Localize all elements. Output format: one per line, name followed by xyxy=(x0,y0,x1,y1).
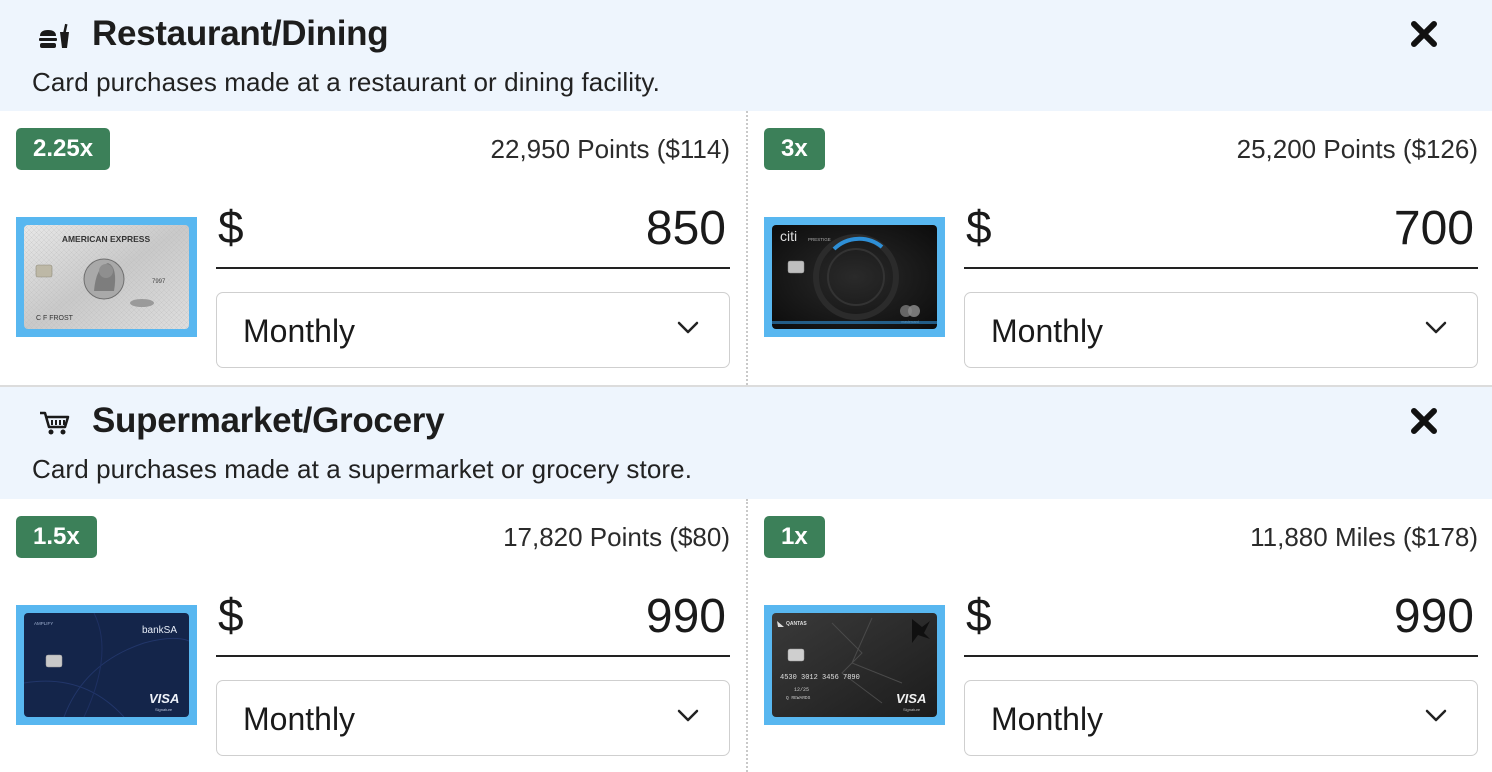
banksa-amplify-card: AMPLIFY bankSA VISA Signature xyxy=(24,613,189,717)
card-art-text: Signature xyxy=(903,707,921,712)
frequency-select[interactable]: Monthly xyxy=(216,292,730,368)
chevron-down-icon xyxy=(1425,321,1447,335)
spend-amount-field[interactable]: $ 700 xyxy=(964,197,1478,269)
category-description: Card purchases made at a supermarket or … xyxy=(32,454,693,484)
card-image-qantas[interactable]: QANTAS 4530 3012 3456 7890 12/25 Q REWAR… xyxy=(764,605,945,725)
card-art-text: AMPLIFY xyxy=(34,621,53,626)
card-image-amex[interactable]: AMERICAN EXPRESS 7997 C F FROST xyxy=(16,217,197,337)
chevron-down-icon xyxy=(677,321,699,335)
card-image-banksa[interactable]: AMPLIFY bankSA VISA Signature xyxy=(16,605,197,725)
category-description: Card purchases made at a restaurant or d… xyxy=(32,67,660,97)
category-title: Restaurant/Dining xyxy=(92,14,389,53)
spend-amount-value[interactable]: 990 xyxy=(1394,589,1474,645)
card-option: 1x 11,880 Miles ($178) QANTAS 4530 3012 … xyxy=(746,499,1492,772)
chevron-down-icon xyxy=(1425,709,1447,723)
card-art-text: VISA xyxy=(149,691,179,706)
card-art-text: bankSA xyxy=(142,625,177,636)
spend-amount-field[interactable]: $ 850 xyxy=(216,197,730,269)
category-title: Supermarket/Grocery xyxy=(92,401,445,440)
chevron-down-icon xyxy=(677,709,699,723)
frequency-select[interactable]: Monthly xyxy=(964,292,1478,368)
category-header-grocery: Supermarket/Grocery Card purchases made … xyxy=(0,387,1492,499)
card-art-text: PRESTIGE xyxy=(808,237,831,242)
card-art-text: AMERICAN EXPRESS xyxy=(62,234,151,244)
currency-symbol: $ xyxy=(218,589,244,641)
spend-amount-value[interactable]: 700 xyxy=(1394,201,1474,257)
citi-prestige-card: citi PRESTIGE mastercard xyxy=(772,225,937,329)
close-icon[interactable] xyxy=(1408,405,1440,437)
card-art-text: QANTAS xyxy=(786,621,807,627)
card-image-citi[interactable]: citi PRESTIGE mastercard xyxy=(764,217,945,337)
frequency-select[interactable]: Monthly xyxy=(216,680,730,756)
card-art-text: 4530 3012 3456 7890 xyxy=(780,674,860,682)
card-option: 3x 25,200 Points ($126) citi PRESTIGE $ … xyxy=(746,111,1492,385)
card-art-text: citi xyxy=(780,228,797,244)
card-row-grocery: 1.5x 17,820 Points ($80) AMPLIFY bankSA … xyxy=(0,499,1492,772)
card-art-text: Signature xyxy=(155,707,173,712)
multiplier-badge: 1.5x xyxy=(16,516,97,558)
card-art-text: VISA xyxy=(896,691,926,706)
currency-symbol: $ xyxy=(218,201,244,253)
card-row-dining: 2.25x 22,950 Points ($114) AMERICAN EXPR… xyxy=(0,111,1492,385)
card-art-text: Q REWARDS xyxy=(786,695,811,701)
card-art-text: 12/25 xyxy=(794,687,809,693)
currency-symbol: $ xyxy=(966,201,992,253)
spend-amount-value[interactable]: 850 xyxy=(646,201,726,257)
card-art-text: 7997 xyxy=(152,279,166,285)
spend-amount-field[interactable]: $ 990 xyxy=(964,585,1478,657)
points-estimate: 17,820 Points ($80) xyxy=(503,522,730,552)
points-estimate: 22,950 Points ($114) xyxy=(490,134,730,164)
card-art-text: C F FROST xyxy=(36,315,74,322)
frequency-selected: Monthly xyxy=(243,701,356,737)
points-estimate: 25,200 Points ($126) xyxy=(1236,134,1478,164)
close-icon[interactable] xyxy=(1408,18,1440,50)
frequency-select[interactable]: Monthly xyxy=(964,680,1478,756)
multiplier-badge: 2.25x xyxy=(16,128,111,170)
frequency-selected: Monthly xyxy=(991,701,1104,737)
cart-icon xyxy=(38,409,72,437)
card-option: 2.25x 22,950 Points ($114) AMERICAN EXPR… xyxy=(0,111,746,385)
multiplier-badge: 3x xyxy=(764,128,825,170)
frequency-selected: Monthly xyxy=(991,313,1104,349)
currency-symbol: $ xyxy=(966,589,992,641)
frequency-selected: Monthly xyxy=(243,313,356,349)
qantas-visa-card: QANTAS 4530 3012 3456 7890 12/25 Q REWAR… xyxy=(772,613,937,717)
dining-icon xyxy=(38,22,72,50)
spend-amount-value[interactable]: 990 xyxy=(646,589,726,645)
category-header-dining: Restaurant/Dining Card purchases made at… xyxy=(0,0,1492,111)
points-estimate: 11,880 Miles ($178) xyxy=(1250,522,1478,552)
card-option: 1.5x 17,820 Points ($80) AMPLIFY bankSA … xyxy=(0,499,746,772)
spend-amount-field[interactable]: $ 990 xyxy=(216,585,730,657)
amex-platinum-card: AMERICAN EXPRESS 7997 C F FROST xyxy=(24,225,189,329)
multiplier-badge: 1x xyxy=(764,516,825,558)
